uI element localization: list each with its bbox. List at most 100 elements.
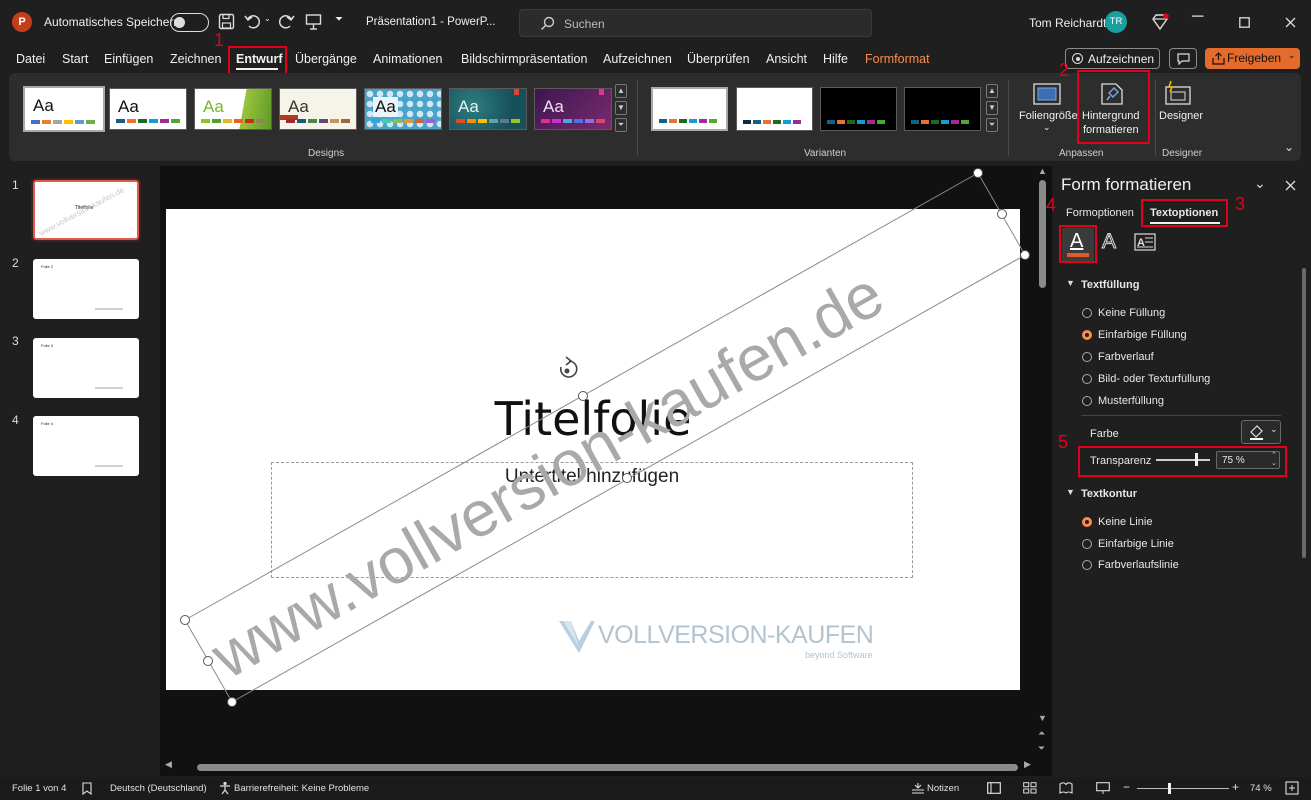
radio-solid-line[interactable] [1082,539,1092,549]
option-no-line[interactable]: Keine Linie [1098,516,1152,528]
zoom-slider-thumb[interactable] [1168,783,1171,794]
radio-pattern-fill[interactable] [1082,396,1092,406]
option-solid-fill[interactable]: Einfarbige Füllung [1098,329,1187,341]
design-thumb-2[interactable]: Aa [109,88,187,130]
section-collapse-icon[interactable]: ▼ [1066,278,1075,288]
variants-scroll-up[interactable]: ▲ [986,84,998,98]
variants-more-button[interactable]: ⏷ [986,118,998,132]
pane-scrollbar[interactable] [1302,268,1306,558]
option-pattern-fill[interactable]: Musterfüllung [1098,395,1164,407]
share-dropdown-icon[interactable]: ⌄ [1288,50,1296,61]
scroll-down-icon[interactable]: ▼ [1038,713,1047,723]
tab-animationen[interactable]: Animationen [373,52,443,66]
design-thumb-4[interactable]: Aa [279,88,357,130]
rotate-handle-icon[interactable] [559,356,578,378]
resize-handle[interactable] [622,473,632,483]
customize-quick-access-icon[interactable]: ⏷ [335,14,343,25]
slide-thumbnail-1[interactable]: Titelfolie www.vollversion-kaufen.de [31,178,141,242]
resize-handle[interactable] [997,209,1007,219]
option-solid-line[interactable]: Einfarbige Linie [1098,538,1174,550]
search-box[interactable]: Suchen [519,9,872,37]
resize-handle[interactable] [1020,250,1030,260]
variant-thumb-3[interactable] [820,87,897,131]
slide-size-button[interactable]: Foliengröße ⌄ [1016,80,1078,138]
tab-zeichnen[interactable]: Zeichnen [170,52,221,66]
tab-hilfe[interactable]: Hilfe [823,52,848,66]
tab-bildschirmpraesentation[interactable]: Bildschirmpräsentation [461,52,587,66]
designs-scroll-up[interactable]: ▲ [615,84,627,98]
user-name[interactable]: Tom Reichardt [1029,16,1106,30]
variants-scroll-down[interactable]: ▼ [986,101,998,115]
slide-sorter-icon[interactable] [1023,782,1037,794]
spelling-check-icon[interactable] [81,782,94,795]
option-picture-fill[interactable]: Bild- oder Texturfüllung [1098,373,1210,385]
radio-picture-fill[interactable] [1082,374,1092,384]
resize-handle[interactable] [203,656,213,666]
resize-handle[interactable] [227,697,237,707]
zoom-level[interactable]: 74 % [1250,783,1272,794]
watermark-text[interactable]: www.vollversion-kaufen.de [199,258,895,693]
close-window-icon[interactable] [1285,17,1296,28]
resize-handle[interactable] [578,391,588,401]
previous-slide-icon[interactable]: ⏶ [1038,728,1045,739]
zoom-in-icon[interactable]: + [1232,780,1239,794]
designs-scroll-down[interactable]: ▼ [615,101,627,115]
design-thumb-office[interactable]: Aa [23,86,105,132]
zoom-out-icon[interactable]: − [1123,780,1130,794]
section-collapse-icon[interactable]: ▼ [1066,487,1075,497]
minimize-icon[interactable]: ─ [1192,8,1203,26]
undo-dropdown-icon[interactable]: ⌄ [264,14,271,23]
slide-thumbnail-4[interactable]: Folie 4 [33,416,139,476]
option-gradient-line[interactable]: Farbverlaufslinie [1098,559,1179,571]
resize-handle[interactable] [180,615,190,625]
tab-einfuegen[interactable]: Einfügen [104,52,153,66]
radio-solid-fill[interactable] [1082,330,1092,340]
fit-to-window-icon[interactable] [1285,781,1299,795]
notes-icon[interactable] [911,782,925,794]
scroll-left-icon[interactable]: ◀ [165,759,172,770]
premium-diamond-icon[interactable] [1151,13,1169,31]
redo-icon[interactable] [277,13,295,30]
radio-gradient-fill[interactable] [1082,352,1092,362]
presentation-start-icon[interactable] [305,13,322,30]
next-slide-icon[interactable]: ⏷ [1038,743,1045,754]
vertical-scrollbar[interactable] [1039,180,1046,288]
option-no-fill[interactable]: Keine Füllung [1098,307,1165,319]
language-indicator[interactable]: Deutsch (Deutschland) [110,783,207,794]
variant-thumb-2[interactable] [736,87,813,131]
text-outline-section-header[interactable]: Textkontur [1081,488,1137,500]
design-thumb-3[interactable]: Aa [194,88,272,130]
notes-button[interactable]: Notizen [927,783,959,794]
variant-thumb-4[interactable] [904,87,981,131]
textbox-tab-icon[interactable]: A [1134,233,1156,251]
designs-more-button[interactable]: ⏷ [615,118,627,132]
variant-thumb-1[interactable] [651,87,728,131]
radio-no-line[interactable] [1082,517,1092,527]
tab-aufzeichnen[interactable]: Aufzeichnen [603,52,672,66]
text-fill-section-header[interactable]: Textfüllung [1081,279,1139,291]
tab-uebergaenge[interactable]: Übergänge [295,52,357,66]
resize-handle[interactable] [973,168,983,178]
accessibility-status[interactable]: Barrierefreiheit: Keine Probleme [234,783,369,794]
color-picker-button[interactable]: ⌄ [1241,420,1281,444]
share-button[interactable]: Freigeben ⌄ [1205,48,1300,69]
record-button[interactable]: Aufzeichnen [1065,48,1160,69]
text-effects-tab-icon[interactable]: A [1101,230,1116,254]
zoom-slider-track[interactable] [1137,788,1229,789]
tab-datei[interactable]: Datei [16,52,45,66]
scroll-up-icon[interactable]: ▲ [1038,166,1047,176]
design-thumb-6[interactable]: Aa [449,88,527,130]
watermark-textbox[interactable]: www.vollversion-kaufen.de [160,166,1052,726]
reading-view-icon[interactable] [1059,782,1073,794]
design-thumb-5[interactable]: Aa [364,88,442,130]
slide-thumbnail-2[interactable]: Folie 2 [33,259,139,319]
save-icon[interactable] [218,13,235,30]
undo-icon[interactable] [244,13,262,30]
avatar[interactable]: TR [1105,11,1127,33]
radio-gradient-line[interactable] [1082,560,1092,570]
tab-ansicht[interactable]: Ansicht [766,52,807,66]
slide-thumbnail-3[interactable]: Folie 3 [33,338,139,398]
ribbon-collapse-icon[interactable]: ⌄ [1284,140,1294,154]
maximize-icon[interactable] [1239,17,1250,28]
pane-options-chevron-icon[interactable]: ⌄ [1254,175,1266,192]
